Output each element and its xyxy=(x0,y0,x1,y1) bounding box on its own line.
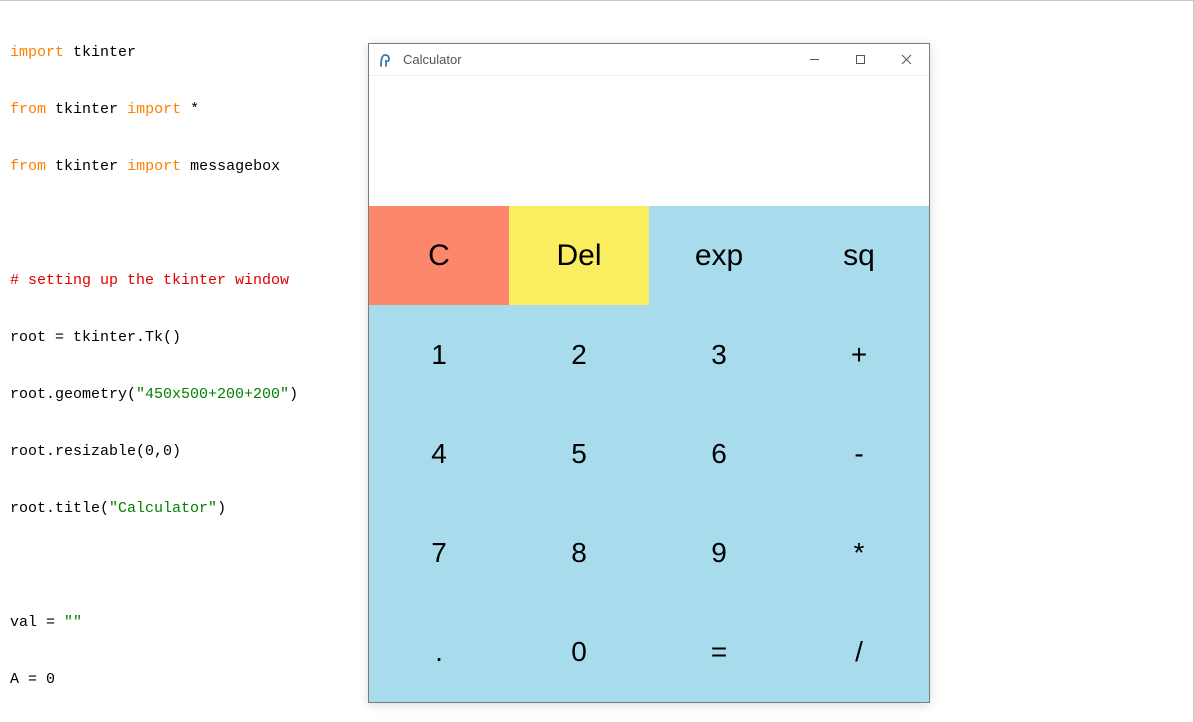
delete-button[interactable]: Del xyxy=(509,206,649,305)
kw-import3: import xyxy=(127,158,181,175)
code-geo-b: ) xyxy=(289,386,298,403)
id-msgbox: messagebox xyxy=(190,158,280,175)
square-button[interactable]: sq xyxy=(789,206,929,305)
python-tk-icon xyxy=(369,53,401,67)
id-tk: tkinter xyxy=(55,101,118,118)
maximize-button[interactable] xyxy=(837,44,883,76)
exp-button[interactable]: exp xyxy=(649,206,789,305)
digit-0-button[interactable]: 0 xyxy=(509,603,649,702)
code-geo-a: root.geometry( xyxy=(10,386,136,403)
kw-from2: from xyxy=(10,158,46,175)
minimize-button[interactable] xyxy=(791,44,837,76)
digit-6-button[interactable]: 6 xyxy=(649,404,789,503)
code-geo-s: "450x500+200+200" xyxy=(136,386,289,403)
code-a: A = 0 xyxy=(10,671,55,688)
code-title-s: "Calculator" xyxy=(109,500,217,517)
digit-8-button[interactable]: 8 xyxy=(509,504,649,603)
code-title-a: root.title( xyxy=(10,500,109,517)
code-val-s: "" xyxy=(64,614,82,631)
kw-import2: import xyxy=(127,101,181,118)
kw-import: import xyxy=(10,44,64,61)
code-val-a: val = xyxy=(10,614,64,631)
calculator-window: Calculator C Del exp sq 1 2 3 + 4 5 6 - xyxy=(368,43,930,703)
equals-button[interactable]: = xyxy=(649,603,789,702)
id-tk2: tkinter xyxy=(55,158,118,175)
code-title-b: ) xyxy=(217,500,226,517)
kw-from: from xyxy=(10,101,46,118)
calculator-display xyxy=(369,76,929,206)
code-resiz: root.resizable(0,0) xyxy=(10,443,181,460)
digit-3-button[interactable]: 3 xyxy=(649,305,789,404)
button-grid: C Del exp sq 1 2 3 + 4 5 6 - 7 8 9 * . 0… xyxy=(369,206,929,702)
digit-7-button[interactable]: 7 xyxy=(369,504,509,603)
minus-button[interactable]: - xyxy=(789,404,929,503)
clear-button[interactable]: C xyxy=(369,206,509,305)
comment-setup: # setting up the tkinter window xyxy=(10,272,289,289)
digit-4-button[interactable]: 4 xyxy=(369,404,509,503)
id-star: * xyxy=(190,101,199,118)
digit-5-button[interactable]: 5 xyxy=(509,404,649,503)
titlebar[interactable]: Calculator xyxy=(369,44,929,76)
digit-1-button[interactable]: 1 xyxy=(369,305,509,404)
decimal-button[interactable]: . xyxy=(369,603,509,702)
digit-2-button[interactable]: 2 xyxy=(509,305,649,404)
digit-9-button[interactable]: 9 xyxy=(649,504,789,603)
window-title: Calculator xyxy=(401,52,791,67)
close-button[interactable] xyxy=(883,44,929,76)
divide-button[interactable]: / xyxy=(789,603,929,702)
plus-button[interactable]: + xyxy=(789,305,929,404)
multiply-button[interactable]: * xyxy=(789,504,929,603)
id-tkinter: tkinter xyxy=(73,44,136,61)
code-root1: root = tkinter.Tk() xyxy=(10,329,181,346)
